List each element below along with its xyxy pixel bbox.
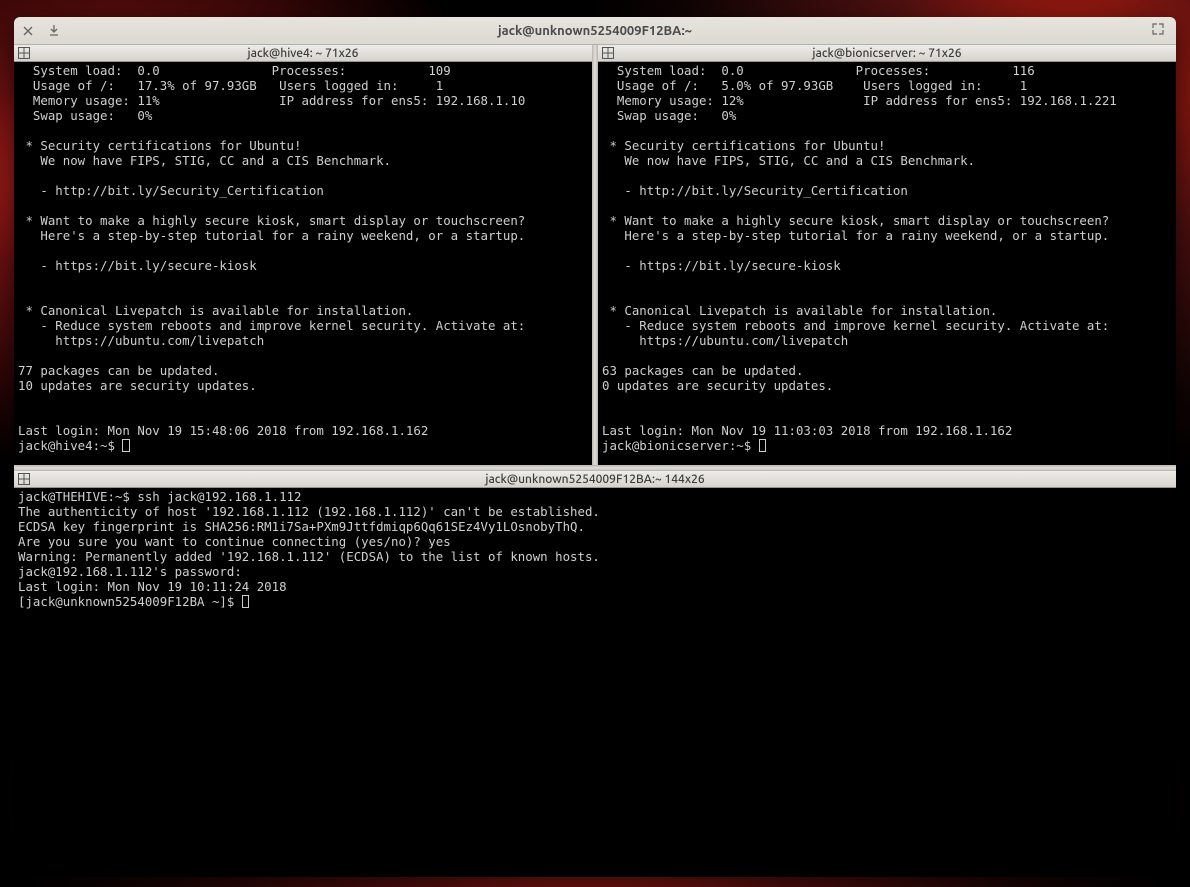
ssh-line: ECDSA key fingerprint is SHA256:RM1i7Sa+…	[18, 519, 585, 534]
minimize-button[interactable]	[46, 23, 62, 39]
cursor-icon	[242, 595, 250, 608]
motd-line: Here's a step-by-step tutorial for a rai…	[602, 228, 1109, 243]
ssh-line: jack@THEHIVE:~$ ssh jack@192.168.1.112	[18, 489, 301, 504]
motd-line: * Canonical Livepatch is available for i…	[18, 303, 413, 318]
split-grid-button[interactable]	[601, 46, 615, 60]
close-button[interactable]	[20, 23, 36, 39]
motd-line: Swap usage: 0%	[18, 108, 152, 123]
motd-line: System load: 0.0 Processes: 116	[602, 63, 1035, 78]
motd-line: We now have FIPS, STIG, CC and a CIS Ben…	[18, 153, 391, 168]
close-icon	[23, 26, 33, 36]
pane-bottom-title: jack@unknown5254009F12BA:~ 144x26	[14, 473, 1176, 486]
split-grid-button[interactable]	[17, 46, 31, 60]
motd-line: https://ubuntu.com/livepatch	[18, 333, 264, 348]
motd-line: Memory usage: 11% IP address for ens5: 1…	[18, 93, 525, 108]
pane-left[interactable]: jack@hive4: ~ 71x26 System load: 0.0 Pro…	[14, 45, 592, 465]
motd-line: * Want to make a highly secure kiosk, sm…	[602, 213, 1109, 228]
split-grid-button[interactable]	[17, 472, 31, 486]
motd-line: System load: 0.0 Processes: 109	[18, 63, 451, 78]
grid-icon	[602, 47, 614, 59]
window-title: jack@unknown5254009F12BA:~	[14, 24, 1176, 38]
download-icon	[49, 25, 59, 37]
window-titlebar[interactable]: jack@unknown5254009F12BA:~	[14, 17, 1176, 45]
pane-right-title: jack@bionicserver: ~ 71x26	[598, 47, 1176, 60]
motd-line: 63 packages can be updated.	[602, 363, 803, 378]
pane-bottom[interactable]: jack@unknown5254009F12BA:~ 144x26 jack@T…	[14, 471, 1176, 877]
motd-link: - https://bit.ly/secure-kiosk	[18, 258, 257, 273]
pane-right-titlebar[interactable]: jack@bionicserver: ~ 71x26	[598, 45, 1176, 62]
prompt[interactable]: jack@hive4:~$	[18, 438, 122, 453]
ssh-line: The authenticity of host '192.168.1.112 …	[18, 504, 600, 519]
ssh-line: Warning: Permanently added '192.168.1.11…	[18, 549, 600, 564]
motd-line: 77 packages can be updated.	[18, 363, 219, 378]
pane-left-titlebar[interactable]: jack@hive4: ~ 71x26	[14, 45, 592, 62]
pane-bottom-terminal[interactable]: jack@THEHIVE:~$ ssh jack@192.168.1.112 T…	[14, 488, 1176, 877]
motd-line: * Security certifications for Ubuntu!	[602, 138, 885, 153]
motd-line: 10 updates are security updates.	[18, 378, 257, 393]
bottom-panes: jack@unknown5254009F12BA:~ 144x26 jack@T…	[14, 471, 1176, 877]
motd-line: 0 updates are security updates.	[602, 378, 833, 393]
top-panes: jack@hive4: ~ 71x26 System load: 0.0 Pro…	[14, 45, 1176, 465]
terminal-window: jack@unknown5254009F12BA:~ jack@hive4: ~…	[14, 17, 1176, 877]
motd-line: Usage of /: 17.3% of 97.93GB Users logge…	[18, 78, 443, 93]
grid-icon	[18, 47, 30, 59]
pane-right-terminal[interactable]: System load: 0.0 Processes: 116 Usage of…	[598, 62, 1176, 465]
motd-line: * Want to make a highly secure kiosk, sm…	[18, 213, 525, 228]
motd-line: Memory usage: 12% IP address for ens5: 1…	[602, 93, 1117, 108]
cursor-icon	[122, 439, 130, 452]
ssh-line: Are you sure you want to continue connec…	[18, 534, 451, 549]
last-login: Last login: Mon Nov 19 15:48:06 2018 fro…	[18, 423, 428, 438]
motd-line: - Reduce system reboots and improve kern…	[602, 318, 1109, 333]
motd-line: * Canonical Livepatch is available for i…	[602, 303, 997, 318]
pane-left-title: jack@hive4: ~ 71x26	[14, 47, 592, 60]
pane-bottom-titlebar[interactable]: jack@unknown5254009F12BA:~ 144x26	[14, 471, 1176, 488]
motd-line: Swap usage: 0%	[602, 108, 736, 123]
cursor-icon	[759, 439, 767, 452]
motd-line: Usage of /: 5.0% of 97.93GB Users logged…	[602, 78, 1027, 93]
motd-line: https://ubuntu.com/livepatch	[602, 333, 848, 348]
maximize-button[interactable]	[1152, 23, 1168, 39]
motd-link: - http://bit.ly/Security_Certification	[18, 183, 324, 198]
motd-link: - http://bit.ly/Security_Certification	[602, 183, 908, 198]
motd-line: Here's a step-by-step tutorial for a rai…	[18, 228, 525, 243]
maximize-icon	[1152, 23, 1164, 35]
motd-line: - Reduce system reboots and improve kern…	[18, 318, 525, 333]
ssh-line: jack@192.168.1.112's password:	[18, 564, 242, 579]
grid-icon	[18, 473, 30, 485]
ssh-line: Last login: Mon Nov 19 10:11:24 2018	[18, 579, 287, 594]
last-login: Last login: Mon Nov 19 11:03:03 2018 fro…	[602, 423, 1012, 438]
pane-left-terminal[interactable]: System load: 0.0 Processes: 109 Usage of…	[14, 62, 592, 465]
motd-line: We now have FIPS, STIG, CC and a CIS Ben…	[602, 153, 975, 168]
pane-right[interactable]: jack@bionicserver: ~ 71x26 System load: …	[598, 45, 1176, 465]
prompt[interactable]: jack@bionicserver:~$	[602, 438, 759, 453]
titlebar-buttons	[14, 23, 62, 39]
motd-link: - https://bit.ly/secure-kiosk	[602, 258, 841, 273]
motd-line: * Security certifications for Ubuntu!	[18, 138, 301, 153]
prompt[interactable]: [jack@unknown5254009F12BA ~]$	[18, 594, 242, 609]
